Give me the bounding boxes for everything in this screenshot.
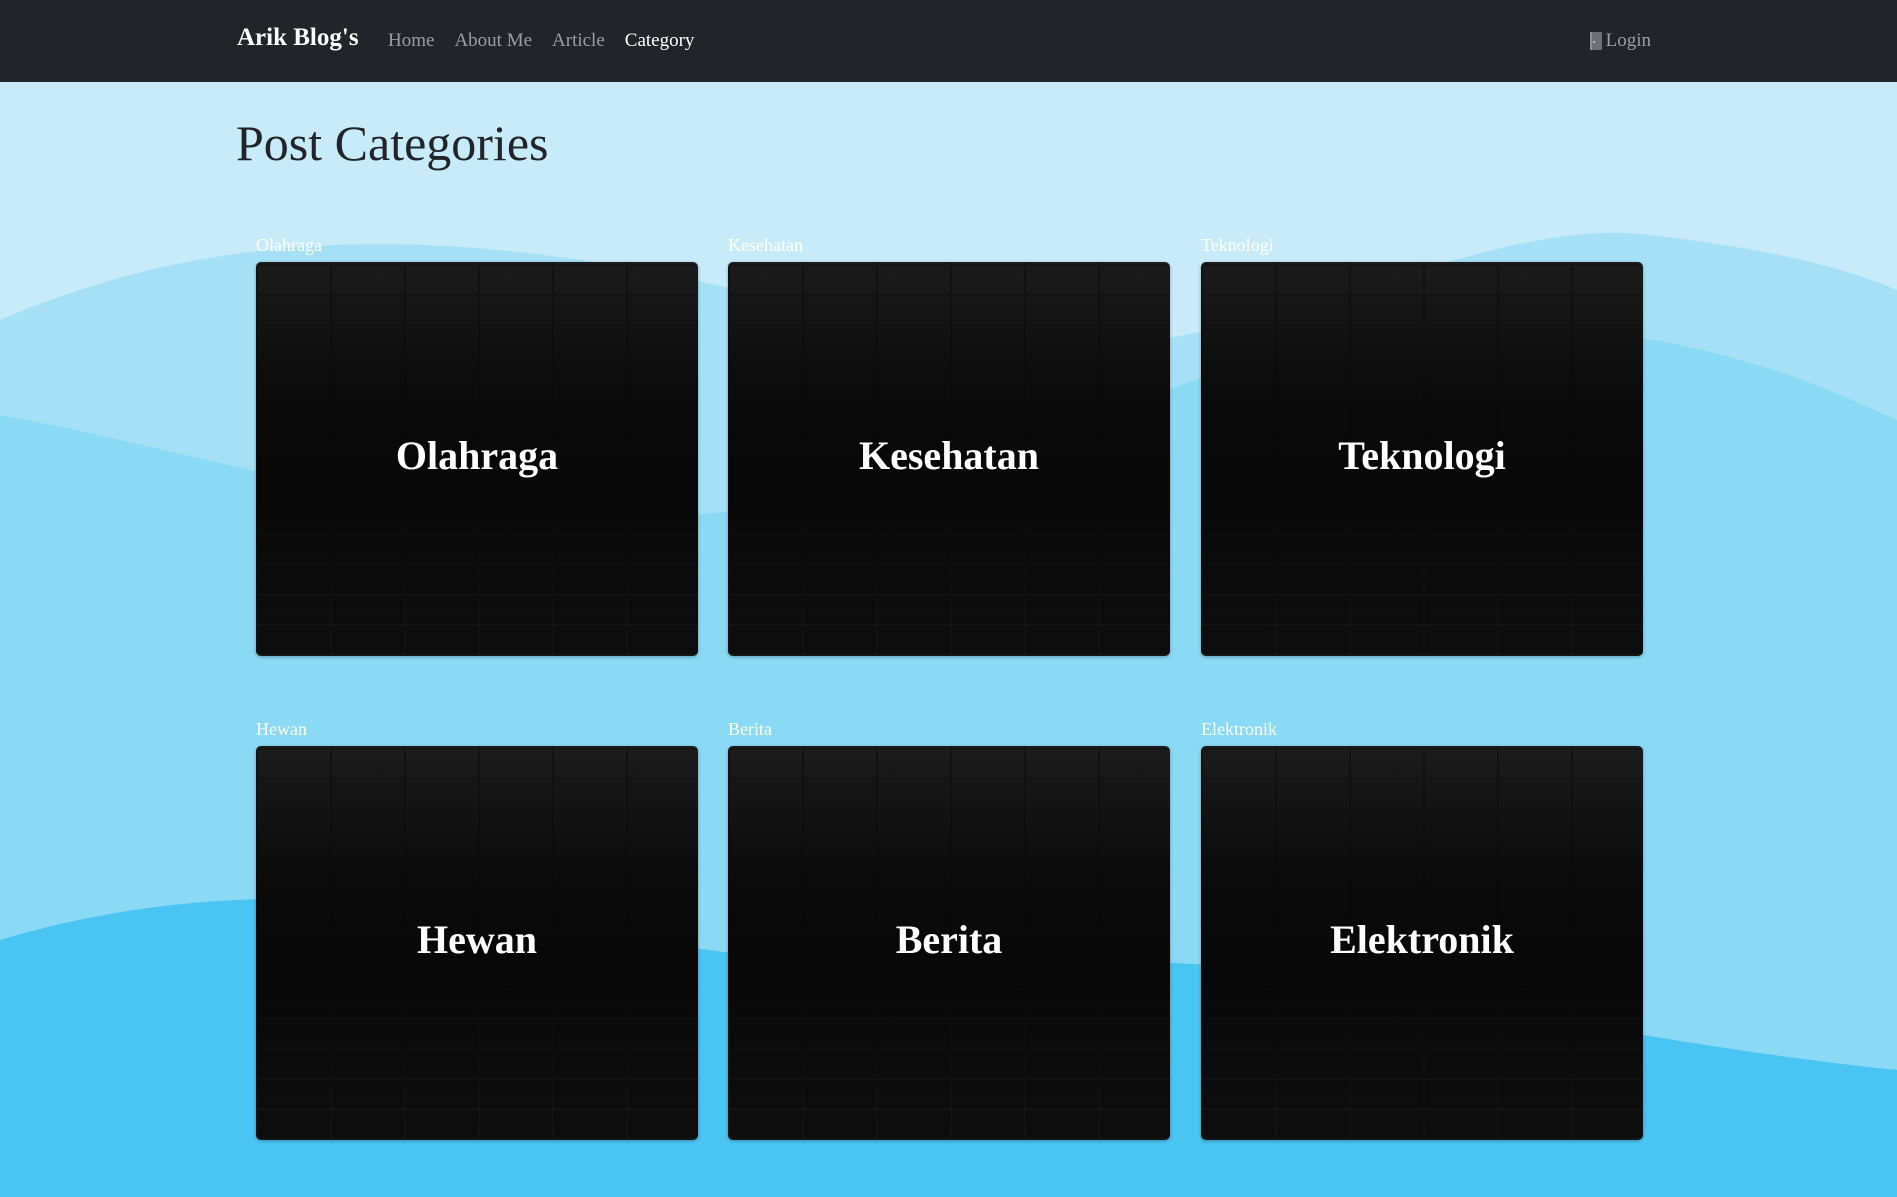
category-card-elektronik[interactable]: Elektronik bbox=[1201, 746, 1643, 1140]
category-label-hewan: Hewan bbox=[256, 719, 307, 739]
category-card-berita[interactable]: Berita bbox=[728, 746, 1170, 1140]
category-card-title: Teknologi bbox=[1338, 433, 1506, 478]
category-label-teknologi: Teknologi bbox=[1201, 235, 1274, 255]
category-card-teknologi[interactable]: Teknologi bbox=[1201, 262, 1643, 656]
category-card-title: Berita bbox=[895, 917, 1003, 962]
category-card-olahraga[interactable]: Olahraga bbox=[256, 262, 698, 656]
category-card-title: Elektronik bbox=[1330, 917, 1514, 962]
nav-category[interactable]: Category bbox=[625, 30, 695, 52]
category-card-title: Olahraga bbox=[395, 433, 559, 478]
nav-home[interactable]: Home bbox=[388, 30, 434, 52]
nav-article[interactable]: Article bbox=[552, 30, 605, 52]
category-card-kesehatan[interactable]: Kesehatan bbox=[728, 262, 1170, 656]
nav-links: Home About Me Article Category bbox=[388, 30, 694, 52]
category-card-hewan[interactable]: Hewan bbox=[256, 746, 698, 1140]
page-title: Post Categories bbox=[236, 115, 549, 171]
category-label-berita: Berita bbox=[728, 719, 772, 739]
login-label: Login bbox=[1605, 30, 1651, 51]
category-label-elektronik: Elektronik bbox=[1201, 719, 1277, 739]
brand-logo[interactable]: Arik Blog's bbox=[237, 24, 359, 52]
category-label-olahraga: Olahraga bbox=[256, 235, 322, 255]
nav-about-me[interactable]: About Me bbox=[454, 30, 532, 52]
category-card-title: Hewan bbox=[417, 917, 537, 962]
main-content: Post Categories Olahraga Olahraga Keseha… bbox=[0, 82, 1897, 1197]
login-button[interactable]: Login bbox=[1589, 30, 1651, 52]
category-label-kesehatan: Kesehatan bbox=[728, 235, 803, 255]
category-card-title: Kesehatan bbox=[859, 433, 1039, 478]
door-icon bbox=[1589, 31, 1604, 51]
top-navbar: Arik Blog's Home About Me Article Catego… bbox=[0, 0, 1897, 82]
